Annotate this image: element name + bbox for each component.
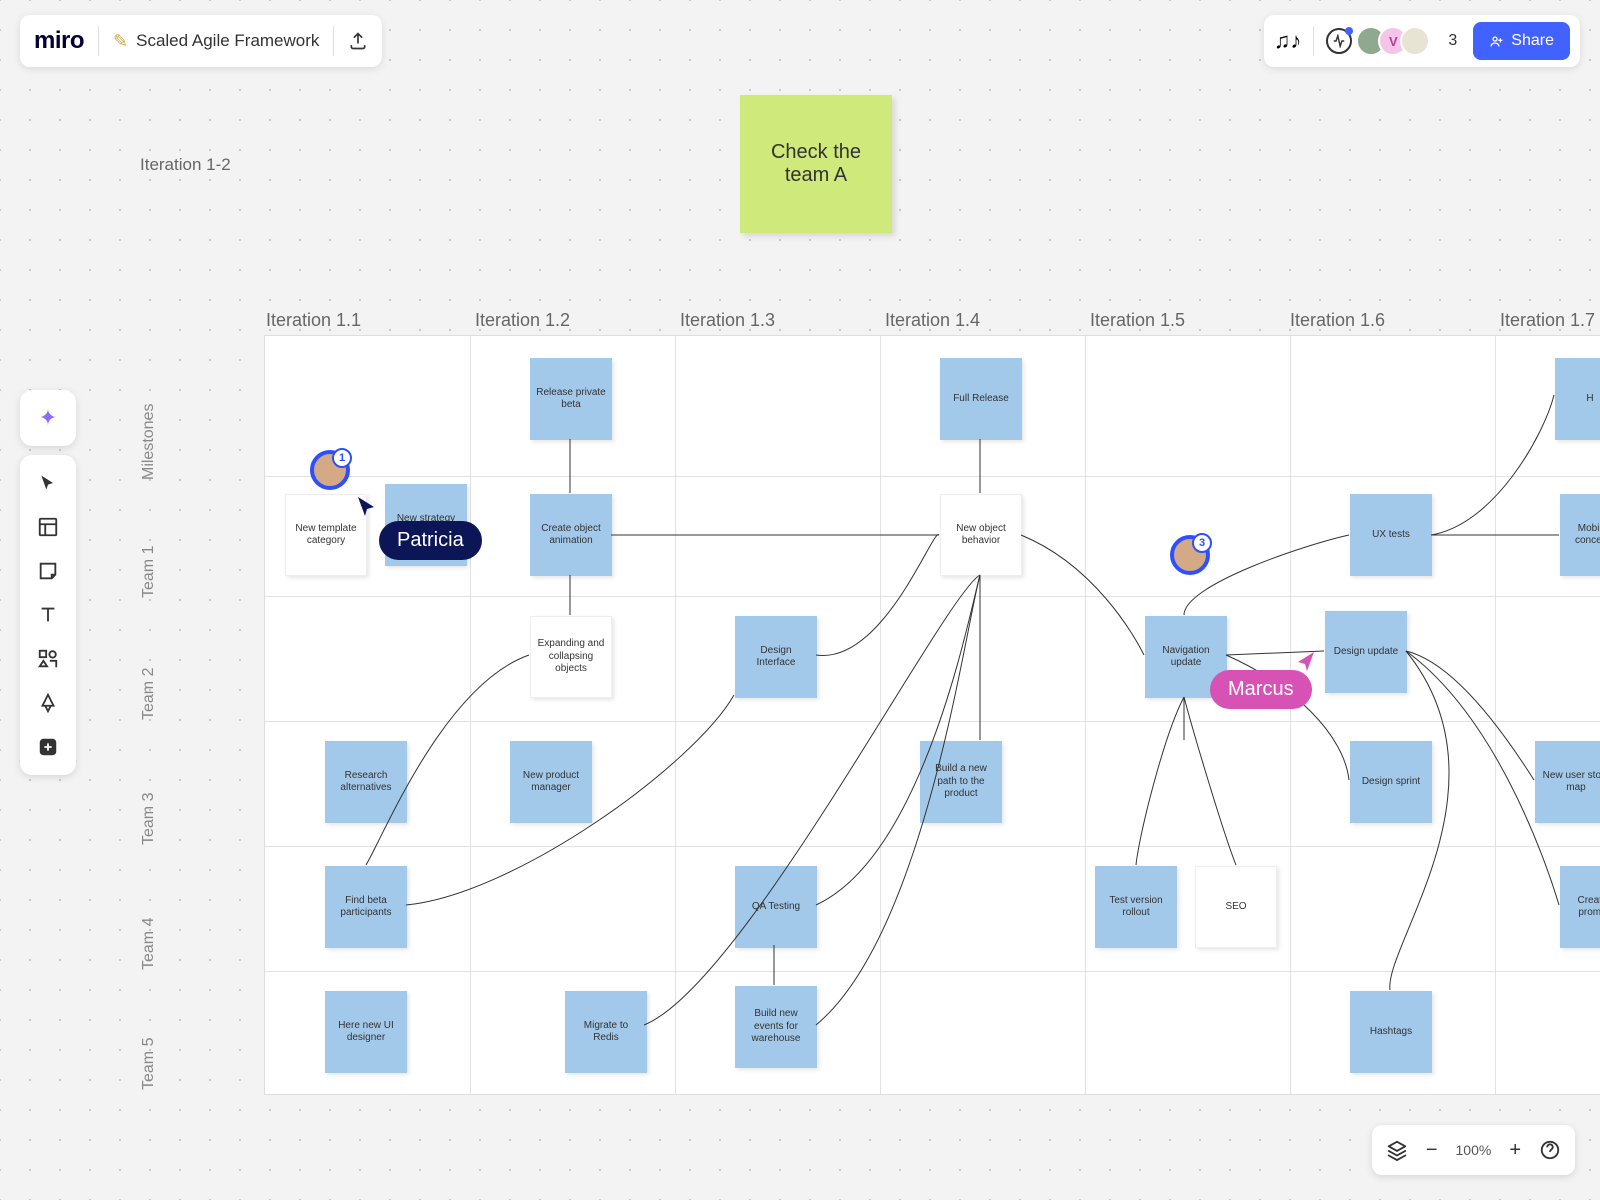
card[interactable]: Build new events for warehouse: [735, 986, 817, 1068]
column-header: Iteration 1.1: [266, 310, 361, 331]
row-header: Team 5: [140, 1038, 158, 1090]
card[interactable]: UX tests: [1350, 494, 1432, 576]
board-name[interactable]: ✎ Scaled Agile Framework: [113, 31, 319, 52]
card[interactable]: Expanding and collapsing objects: [530, 616, 612, 698]
card[interactable]: New user story map: [1535, 741, 1600, 823]
card[interactable]: Mobile concept: [1560, 494, 1600, 576]
header-left-group: miro ✎ Scaled Agile Framework: [20, 15, 382, 67]
card[interactable]: Migrate to Redis: [565, 991, 647, 1073]
card[interactable]: Build a new path to the product: [920, 741, 1002, 823]
divider: [1313, 26, 1314, 56]
row-header: Milestones: [140, 404, 158, 480]
zoom-controls: − 100% +: [1372, 1125, 1575, 1175]
divider: [98, 26, 99, 56]
column-header: Iteration 1.4: [885, 310, 980, 331]
select-tool[interactable]: [26, 461, 70, 505]
guest-count: 3: [1448, 32, 1457, 50]
pen-tool[interactable]: [26, 681, 70, 725]
reactions-icon[interactable]: ♫♪: [1274, 28, 1302, 54]
user-cursor-patricia: Patricia: [355, 495, 482, 560]
canvas[interactable]: Iteration 1-2 Check the team A Iteration…: [0, 0, 1600, 1200]
cursor-name-label: Marcus: [1210, 670, 1312, 709]
card[interactable]: Design sprint: [1350, 741, 1432, 823]
column-header: Iteration 1.5: [1090, 310, 1185, 331]
add-tool[interactable]: [26, 725, 70, 769]
collaborator-avatars[interactable]: V: [1364, 26, 1430, 56]
activity-icon[interactable]: [1326, 28, 1352, 54]
header-bar: miro ✎ Scaled Agile Framework ♫♪ V 3 Sha…: [20, 15, 1580, 67]
header-right-group: ♫♪ V 3 Share: [1264, 15, 1580, 67]
card[interactable]: Research alternatives: [325, 741, 407, 823]
card[interactable]: Test version rollout: [1095, 866, 1177, 948]
avatar[interactable]: [1400, 26, 1430, 56]
card[interactable]: Release private beta: [530, 358, 612, 440]
cursor-icon: [1293, 650, 1317, 674]
column-header: Iteration 1.3: [680, 310, 775, 331]
planning-grid[interactable]: Release private beta Full Release H New …: [264, 335, 1600, 1095]
user-cursor-marcus: Marcus: [1210, 670, 1312, 709]
layers-icon[interactable]: [1386, 1139, 1408, 1161]
row-header: Team 1: [140, 546, 158, 598]
presence-avatar[interactable]: 1: [310, 450, 350, 490]
card[interactable]: Hashtags: [1350, 991, 1432, 1073]
board-title-text: Scaled Agile Framework: [136, 31, 319, 51]
divider: [333, 26, 334, 56]
text-tool[interactable]: [26, 593, 70, 637]
card[interactable]: SEO: [1195, 866, 1277, 948]
card[interactable]: Here new UI designer: [325, 991, 407, 1073]
card[interactable]: QA Testing: [735, 866, 817, 948]
card[interactable]: Full Release: [940, 358, 1022, 440]
column-header: Iteration 1.6: [1290, 310, 1385, 331]
share-button[interactable]: Share: [1473, 22, 1570, 60]
card[interactable]: Create promo: [1560, 866, 1600, 948]
help-button[interactable]: [1539, 1139, 1561, 1161]
column-header: Iteration 1.2: [475, 310, 570, 331]
presence-count: 3: [1192, 533, 1212, 553]
share-label: Share: [1511, 32, 1554, 50]
row-header: Team 2: [140, 668, 158, 720]
sticky-tool[interactable]: [26, 549, 70, 593]
zoom-in-button[interactable]: +: [1509, 1139, 1521, 1162]
export-button[interactable]: [348, 31, 368, 51]
presence-count: 1: [332, 448, 352, 468]
pencil-icon: ✎: [113, 31, 128, 52]
zoom-out-button[interactable]: −: [1426, 1139, 1438, 1162]
row-header: Team 3: [140, 793, 158, 845]
card[interactable]: Create object animation: [530, 494, 612, 576]
left-toolbar: [20, 455, 76, 775]
card[interactable]: Design Interface: [735, 616, 817, 698]
card[interactable]: New product manager: [510, 741, 592, 823]
card[interactable]: H: [1555, 358, 1600, 440]
card[interactable]: New object behavior: [940, 494, 1022, 576]
ai-tool-button[interactable]: ✦: [20, 390, 76, 446]
cursor-icon: [355, 495, 379, 519]
column-header: Iteration 1.7: [1500, 310, 1595, 331]
cursor-name-label: Patricia: [379, 521, 482, 560]
zoom-level[interactable]: 100%: [1456, 1142, 1492, 1158]
card[interactable]: Design update: [1325, 611, 1407, 693]
sticky-note[interactable]: Check the team A: [740, 95, 892, 233]
miro-logo[interactable]: miro: [34, 27, 84, 55]
card[interactable]: Find beta participants: [325, 866, 407, 948]
shapes-tool[interactable]: [26, 637, 70, 681]
presence-avatar[interactable]: 3: [1170, 535, 1210, 575]
template-tool[interactable]: [26, 505, 70, 549]
sparkle-icon: ✦: [39, 405, 57, 431]
row-header: Team 4: [140, 918, 158, 970]
iteration-group-label: Iteration 1-2: [140, 155, 231, 175]
